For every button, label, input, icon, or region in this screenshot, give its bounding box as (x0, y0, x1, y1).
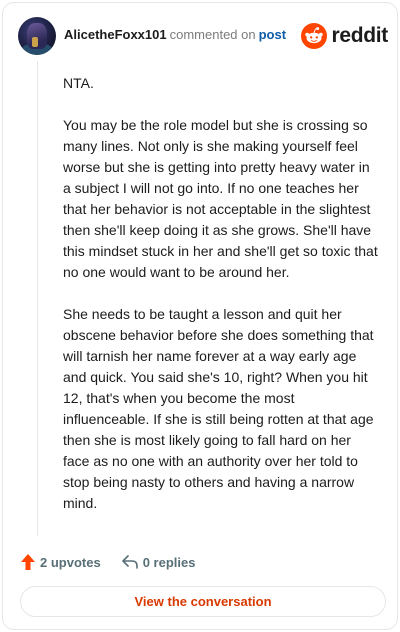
avatar[interactable] (18, 17, 56, 55)
reddit-brand[interactable]: reddit (301, 23, 388, 49)
view-conversation-button[interactable]: View the conversation (20, 586, 386, 617)
avatar-detail (32, 37, 38, 47)
comment-paragraph: NTA. (63, 75, 94, 91)
reply-count: 0 replies (142, 554, 196, 570)
byline: AlicetheFoxx101 commented on post (64, 27, 286, 42)
comment-header: AlicetheFoxx101 commented on post reddit (18, 17, 388, 57)
reddit-logo-icon (301, 23, 328, 49)
comment-actions: 2 upvotes 0 replies (20, 551, 195, 573)
reply-arrow-icon (121, 555, 138, 569)
upvote-arrow-icon (21, 554, 35, 570)
thread-line (37, 61, 38, 536)
upvote-count: 2 upvotes (40, 554, 101, 570)
comment-card: AlicetheFoxx101 commented on post reddit N… (2, 2, 398, 630)
username[interactable]: AlicetheFoxx101 (64, 27, 167, 42)
brand-name: reddit (331, 24, 388, 47)
comment-paragraph: You may be the role model but she is cro… (63, 117, 378, 280)
action-text: commented on (169, 27, 256, 42)
post-link[interactable]: post (259, 27, 286, 42)
reply-button[interactable]: 0 replies (121, 554, 196, 570)
comment-body: NTA. You may be the role model but she i… (63, 73, 379, 535)
upvote-button[interactable]: 2 upvotes (20, 553, 101, 571)
comment-paragraph: She needs to be taught a lesson and quit… (63, 306, 374, 511)
